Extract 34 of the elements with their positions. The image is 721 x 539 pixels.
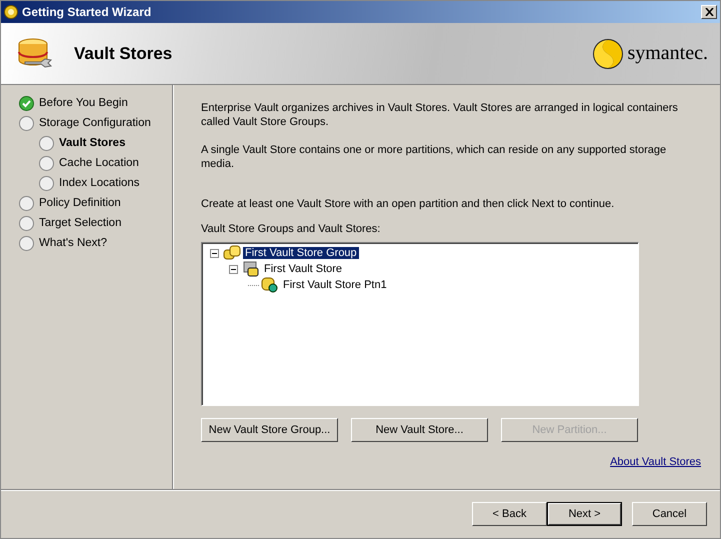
collapse-toggle[interactable]: [210, 248, 221, 258]
tree-node[interactable]: First Vault Store Group: [243, 247, 359, 259]
logo-icon: [592, 38, 624, 70]
step-label: Before You Begin: [39, 97, 128, 109]
wizard-button[interactable]: < Back: [472, 502, 547, 526]
tree-label: Vault Store Groups and Vault Stores:: [201, 223, 382, 235]
partition-icon: [261, 277, 279, 293]
collapse-toggle[interactable]: [229, 264, 240, 274]
app-icon: [4, 5, 18, 19]
database-wrench-icon: [17, 38, 53, 70]
window-title: Getting Started Wizard: [22, 5, 152, 19]
step-label: Cache Location: [59, 157, 139, 169]
step-label: Policy Definition: [39, 197, 121, 209]
database-server-icon: [242, 261, 260, 277]
tree-node[interactable]: First Vault Store Ptn1: [281, 279, 389, 291]
step-label: What's Next?: [39, 237, 108, 249]
step-label: Vault Stores: [59, 137, 126, 149]
action-button[interactable]: New Vault Store Group...: [201, 418, 338, 442]
close-icon: [704, 8, 714, 16]
wizard-button[interactable]: Next >: [547, 502, 622, 526]
action-button[interactable]: New Vault Store...: [351, 418, 488, 442]
step-label: Index Locations: [59, 177, 140, 189]
database-group-icon: [223, 245, 241, 261]
brand-name: symantec.: [627, 42, 708, 65]
page-title: Vault Stores: [74, 44, 174, 64]
description-text: A single Vault Store contains one or more partitions, which can reside on any supported storage media.: [201, 143, 668, 171]
description-text: Create at least one Vault Store with an open partition and then click Next to continue.: [201, 197, 616, 211]
close-button[interactable]: [701, 5, 717, 19]
help-link[interactable]: About Vault Stores: [610, 456, 701, 468]
wizard-button[interactable]: Cancel: [632, 502, 707, 526]
tree-node[interactable]: First Vault Store: [262, 263, 344, 275]
description-text: Enterprise Vault organizes archives in Vault Stores. Vault Stores are arranged in logical containers called Vault Store Groups.: [201, 101, 679, 129]
step-label: Storage Configuration: [39, 117, 151, 129]
step-label: Target Selection: [39, 217, 122, 229]
